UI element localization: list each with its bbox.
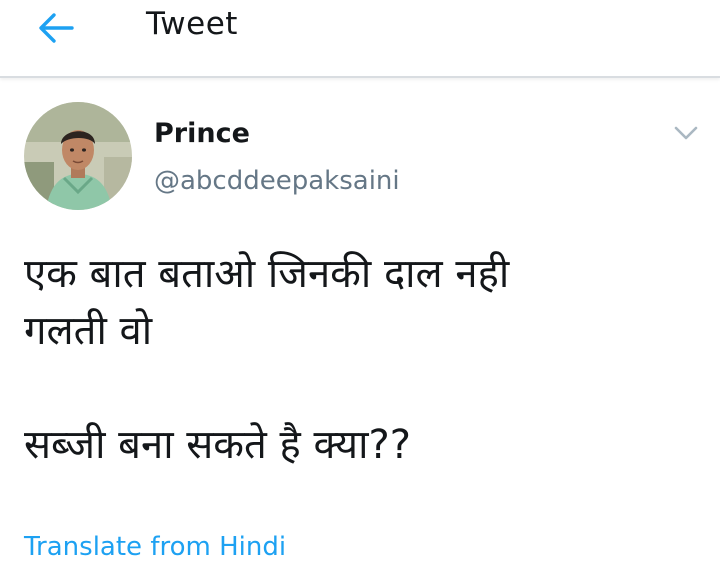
author-handle[interactable]: @abcddeepaksaini	[154, 166, 400, 196]
translate-link[interactable]: Translate from Hindi	[24, 532, 286, 562]
page-title: Tweet	[146, 6, 238, 42]
more-options-button[interactable]	[670, 120, 702, 146]
tweet-screen: Tweet Prince @abcddeepaksaini एक बात बता…	[0, 0, 720, 586]
user-photo	[24, 102, 132, 210]
tweet-text: एक बात बताओ जिनकी दाल नही गलती वो सब्जी …	[24, 246, 704, 474]
back-button[interactable]	[34, 6, 78, 50]
author-name[interactable]: Prince	[154, 118, 250, 149]
arrow-left-icon	[39, 13, 74, 43]
top-app-bar: Tweet	[0, 0, 720, 78]
tweet-text-line: गलती वो	[24, 308, 153, 354]
tweet-text-line: सब्जी बना सकते है क्या??	[24, 422, 411, 468]
avatar[interactable]	[24, 102, 132, 210]
tweet-detail: Prince @abcddeepaksaini एक बात बताओ जिनक…	[0, 78, 720, 586]
tweet-text-line: एक बात बताओ जिनकी दाल नही	[24, 251, 510, 297]
chevron-down-icon	[674, 126, 698, 140]
